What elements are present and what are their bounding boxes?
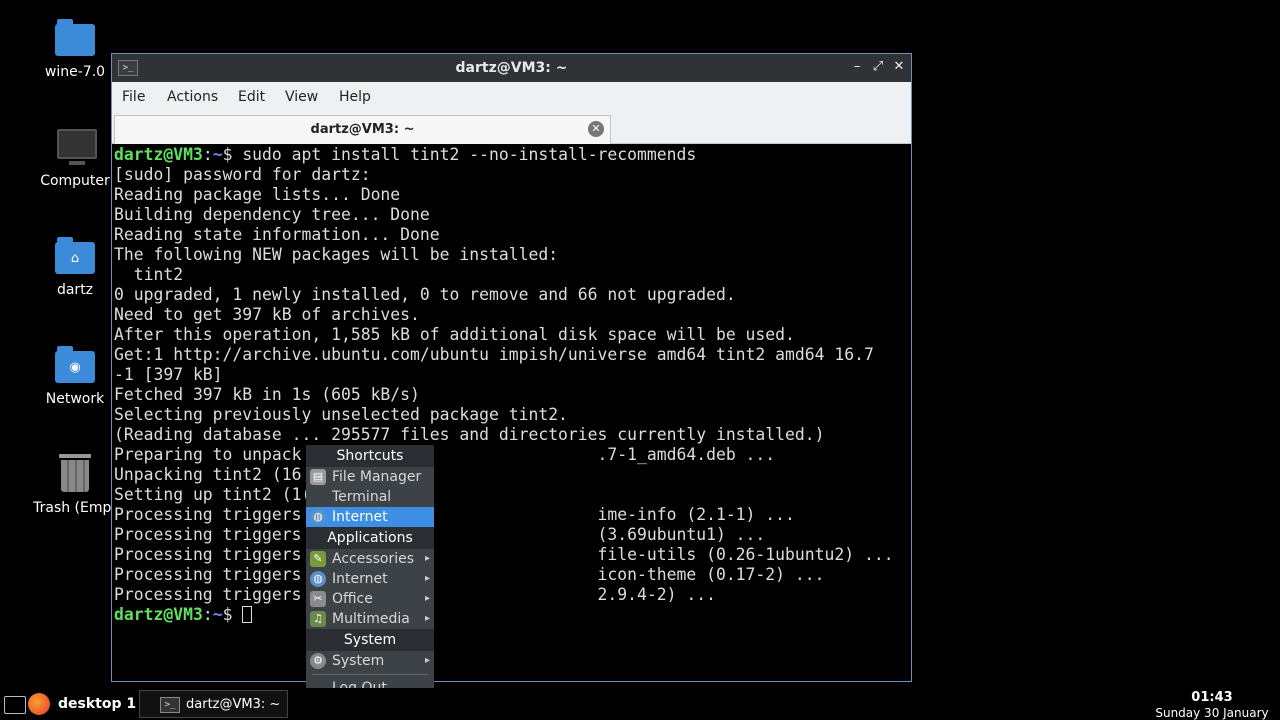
terminal-line: The following NEW packages will be insta… [114,245,559,264]
home-folder-icon: ⌂ [55,236,95,276]
menubar: File Actions Edit View Help [112,82,911,112]
terminal-line: Need to get 397 kB of archives. [114,305,420,324]
menu-help[interactable]: Help [339,82,371,112]
prompt-symbol: $ [222,145,243,164]
minimize-button[interactable]: – [849,59,865,75]
maximize-button[interactable]: ⤢ [870,59,886,75]
menu-item-multimedia[interactable]: ♫ Multimedia ▸ [306,609,434,629]
window-title: dartz@VM3: ~ [455,60,568,76]
prompt-user: dartz@VM3 [114,145,203,164]
terminal-line: Preparing to unpack .7-1_amd64.deb ... [114,445,776,464]
task-label: dartz@VM3: ~ [186,697,281,712]
start-menu-icon[interactable] [4,696,26,714]
terminal-line: After this operation, 1,585 kB of additi… [114,325,795,344]
gear-icon: ⚙ [310,653,326,669]
terminal-line: 0 upgraded, 1 newly installed, 0 to remo… [114,285,736,304]
terminal-line: Building dependency tree... Done [114,205,430,224]
command-text: sudo apt install tint2 --no-install-reco… [242,145,697,164]
menu-item-system[interactable]: ⚙ System ▸ [306,651,434,671]
terminal-line: Setting up tint2 (1( [114,485,312,504]
menu-item-label: System [332,653,385,669]
menu-view[interactable]: View [285,82,318,112]
prompt-sep: : [202,605,213,624]
tab-terminal[interactable]: dartz@VM3: ~ ✕ [114,115,611,144]
prompt-path: ~ [212,605,223,624]
tab-bar: dartz@VM3: ~ ✕ [112,112,911,144]
terminal-line: Selecting previously unselected package … [114,405,568,424]
terminal-line: Processing triggers icon-theme (0.17-2) … [114,565,825,584]
internet-globe-icon: ◍ [310,509,326,525]
multimedia-icon: ♫ [310,611,326,627]
computer-icon [55,127,97,167]
menu-edit[interactable]: Edit [238,82,265,112]
menu-item-label: Multimedia [332,611,410,627]
text-cursor [242,606,253,623]
menu-actions[interactable]: Actions [167,82,218,112]
submenu-arrow-icon: ▸ [424,593,430,604]
submenu-arrow-icon: ▸ [424,613,430,624]
prompt-path: ~ [212,145,223,164]
terminal-output[interactable]: dartz@VM3:~$ sudo apt install tint2 --no… [114,145,909,679]
menu-item-label: File Manager [332,469,422,485]
menu-item-accessories[interactable]: ✎ Accessories ▸ [306,549,434,569]
terminal-line: -1 [397 kB] [114,365,223,384]
clock[interactable]: 01:43 Sunday 30 January [1152,688,1272,720]
taskbar: desktop 1 >_ dartz@VM3: ~ 01:43 Sunday 3… [0,688,1280,720]
terminal-line: Reading state information... Done [114,225,440,244]
menu-item-label: Internet [332,509,388,525]
taskbar-task-terminal[interactable]: >_ dartz@VM3: ~ [139,690,288,718]
terminal-line: [sudo] password for dartz: [114,165,371,184]
tab-label: dartz@VM3: ~ [310,122,415,137]
terminal-line: (Reading database ... 295577 files and d… [114,425,825,444]
menu-item-label: Terminal [332,489,392,505]
menu-item-label: Internet [332,571,388,587]
terminal-line: Processing triggers ime-info (2.1-1) ... [114,505,795,524]
terminal-line: Reading package lists... Done [114,185,401,204]
prompt-symbol: $ [222,605,243,624]
output-lines: [sudo] password for dartz: Reading packa… [114,165,894,604]
terminal-text: dartz@VM3:~$ sudo apt install tint2 --no… [114,145,909,625]
terminal-line: Processing triggers (3.69ubuntu1) ... [114,525,766,544]
menu-item-internet-shortcut[interactable]: ◍ Internet [306,507,434,527]
desktop-switcher[interactable]: desktop 1 [58,688,136,720]
clock-date: Sunday 30 January [1155,706,1269,720]
clock-time: 01:43 [1191,690,1233,705]
firefox-icon[interactable] [28,693,50,715]
prompt-user: dartz@VM3 [114,605,203,624]
menu-separator [312,674,428,675]
menu-item-label: Accessories [332,551,415,567]
terminal-line: Unpacking tint2 (16 [114,465,302,484]
submenu-arrow-icon: ▸ [424,573,430,584]
menu-header-shortcuts: Shortcuts [306,445,434,467]
app-menu-popup: Shortcuts ▤ File Manager Terminal ◍ Inte… [306,445,434,702]
menu-header-applications: Applications [306,527,434,549]
folder-icon [55,18,95,58]
window-titlebar[interactable]: >_ dartz@VM3: ~ – ⤢ ✕ [112,54,911,82]
office-icon: ✂ [310,591,326,607]
menu-item-file-manager[interactable]: ▤ File Manager [306,467,434,487]
close-window-button[interactable]: ✕ [891,59,907,75]
menu-item-terminal[interactable]: Terminal [306,487,434,507]
terminal-window[interactable]: >_ dartz@VM3: ~ – ⤢ ✕ File Actions Edit … [111,53,912,682]
menu-item-office[interactable]: ✂ Office ▸ [306,589,434,609]
menu-item-internet[interactable]: ◍ Internet ▸ [306,569,434,589]
trash-icon [55,454,95,494]
file-manager-icon: ▤ [310,469,326,485]
menu-file[interactable]: File [122,82,145,112]
tab-close-icon[interactable]: ✕ [588,121,604,137]
menu-header-system: System [306,629,434,651]
terminal-line: Get:1 http://archive.ubuntu.com/ubuntu i… [114,345,874,364]
submenu-arrow-icon: ▸ [424,655,430,666]
internet-globe-icon: ◍ [310,571,326,587]
terminal-line: tint2 [133,265,184,284]
terminal-line: Fetched 397 kB in 1s (605 kB/s) [114,385,420,404]
submenu-arrow-icon: ▸ [424,553,430,564]
menu-item-label: Office [332,591,373,607]
terminal-icon: >_ [160,697,180,713]
prompt-sep: : [202,145,213,164]
accessories-icon: ✎ [310,551,326,567]
terminal-line: Processing triggers file-utils (0.26-1ub… [114,545,894,564]
network-folder-icon: ◉ [55,345,95,385]
